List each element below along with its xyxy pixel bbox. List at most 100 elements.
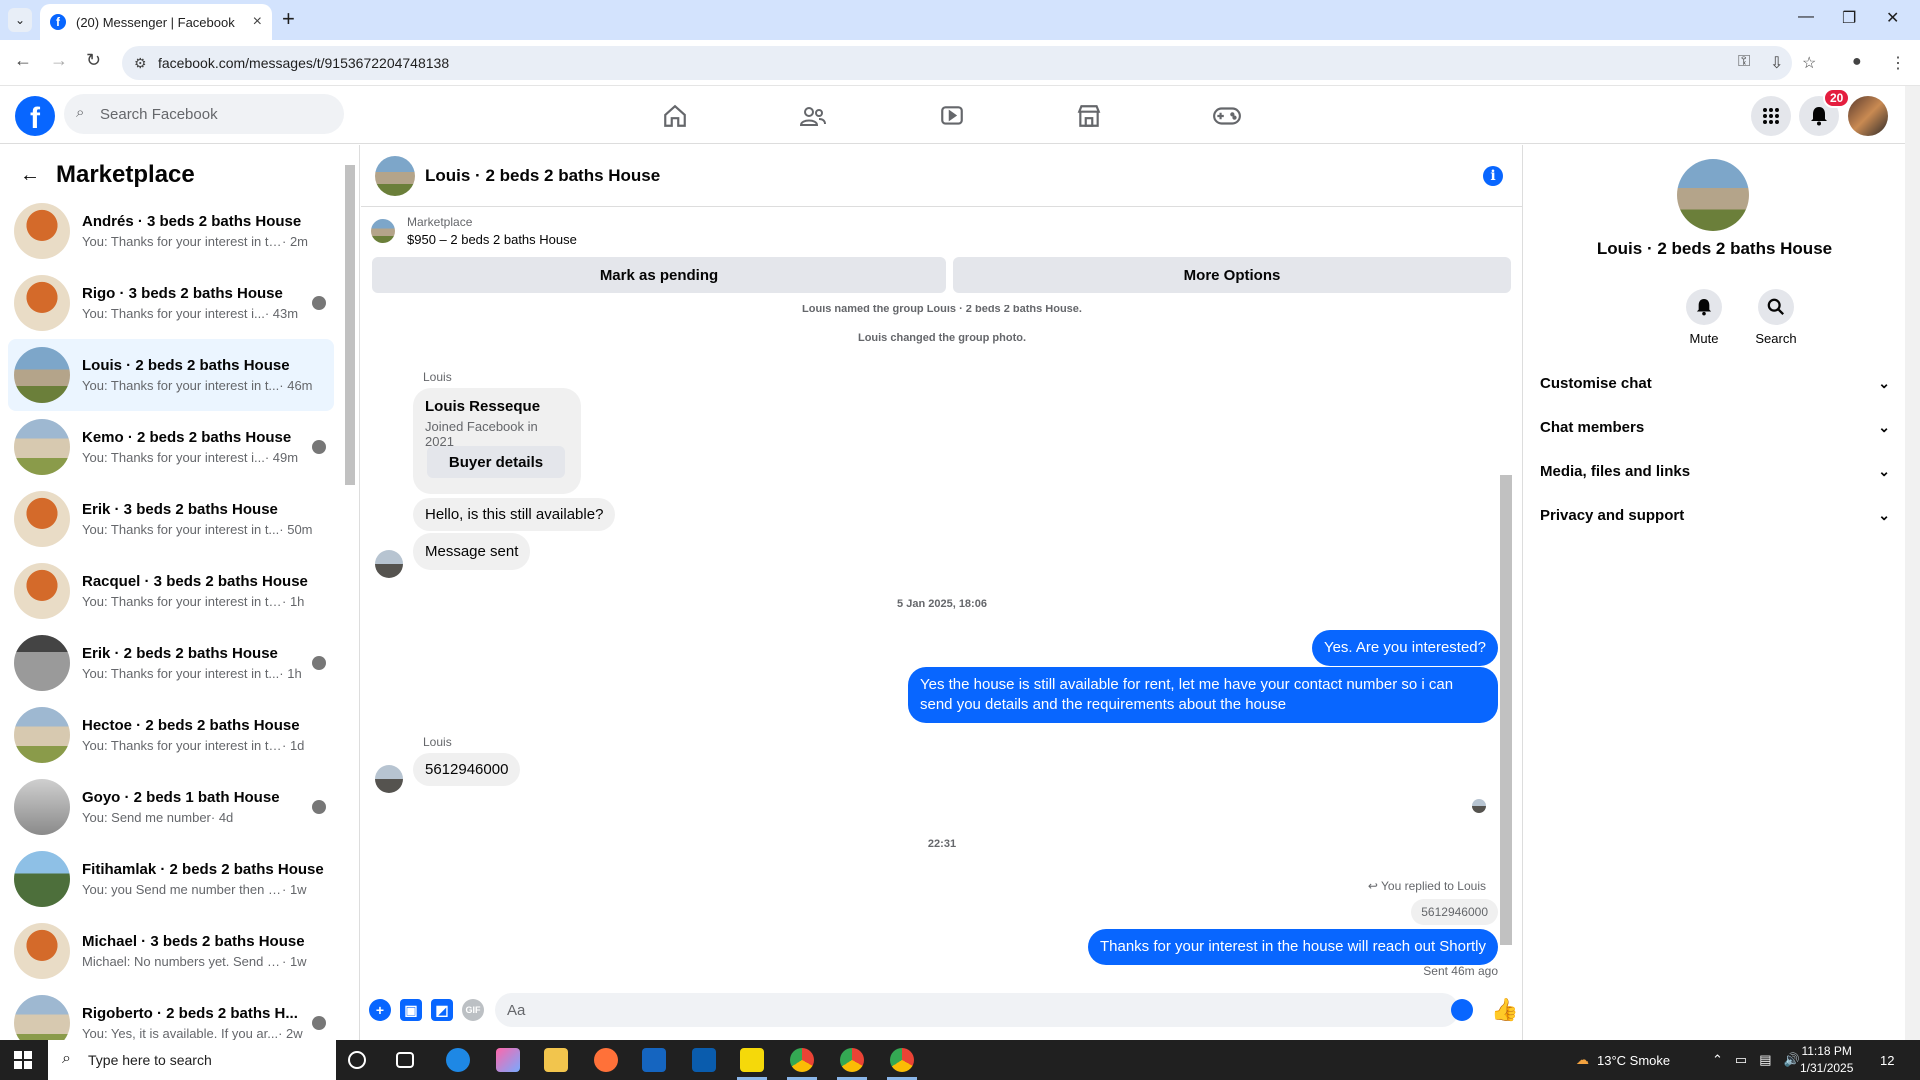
message-input[interactable]: Aa: [495, 993, 1459, 1027]
cortana-icon[interactable]: [348, 1051, 366, 1069]
sticker-icon[interactable]: ◩: [431, 999, 453, 1021]
listing-banner[interactable]: Marketplace $950 – 2 beds 2 baths House: [371, 215, 577, 247]
store-icon[interactable]: [692, 1048, 716, 1072]
conversation-item[interactable]: Michael · 3 beds 2 baths House Michael: …: [8, 915, 334, 987]
home-icon[interactable]: [655, 100, 695, 132]
edge-icon[interactable]: [446, 1048, 470, 1072]
notification-center-icon[interactable]: 12: [1880, 1040, 1894, 1080]
sender-avatar[interactable]: [375, 765, 403, 793]
reply-quote[interactable]: 5612946000: [1411, 899, 1498, 925]
install-app-icon[interactable]: ⇩: [1770, 53, 1783, 73]
restore-icon[interactable]: ❐: [1842, 8, 1856, 28]
chrome-icon[interactable]: [790, 1048, 814, 1072]
account-avatar[interactable]: [1848, 96, 1888, 136]
chrome-profile-icon[interactable]: [840, 1048, 864, 1072]
system-clock[interactable]: 11:18 PM 1/31/2025: [1800, 1043, 1853, 1077]
browser-menu-icon[interactable]: ⋮: [1890, 53, 1906, 73]
firefox-icon[interactable]: [594, 1048, 618, 1072]
facebook-search-input[interactable]: ⌕ Search Facebook: [64, 94, 344, 134]
menu-grid-icon[interactable]: [1751, 96, 1791, 136]
taskbar-search-input[interactable]: ⌕ Type here to search: [48, 1040, 336, 1080]
new-tab-button[interactable]: +: [282, 8, 295, 30]
address-bar[interactable]: ⚙ facebook.com/messages/t/91536722047481…: [122, 46, 1792, 80]
gif-icon[interactable]: GIF: [462, 999, 484, 1021]
page-scrollbar[interactable]: [1905, 86, 1920, 1040]
conversation-item[interactable]: Andrés · 3 beds 2 baths House You: Thank…: [8, 195, 334, 267]
tab-close-icon[interactable]: ×: [253, 13, 262, 31]
conversation-item[interactable]: Fitihamlak · 2 beds 2 baths House You: y…: [8, 843, 334, 915]
conversation-item[interactable]: Racquel · 3 beds 2 baths House You: Than…: [8, 555, 334, 627]
chrome-profile-icon[interactable]: [890, 1048, 914, 1072]
minimize-icon[interactable]: —: [1798, 8, 1814, 26]
conversation-time: · 1d: [282, 738, 305, 753]
privacy-support-section[interactable]: Privacy and support ⌄: [1540, 499, 1890, 531]
emoji-icon[interactable]: [1451, 999, 1473, 1021]
conversation-item[interactable]: Goyo · 2 beds 1 bath House You: Send me …: [8, 771, 334, 843]
back-icon[interactable]: ←: [14, 50, 32, 71]
chat-members-section[interactable]: Chat members ⌄: [1540, 411, 1890, 443]
windows-start-icon[interactable]: [14, 1051, 32, 1069]
copilot-icon[interactable]: [496, 1048, 520, 1072]
group-avatar[interactable]: [1677, 159, 1749, 231]
file-explorer-icon[interactable]: [544, 1048, 568, 1072]
incoming-message[interactable]: 5612946000: [413, 753, 521, 786]
volume-icon[interactable]: 🔊: [1784, 1052, 1800, 1068]
outgoing-message[interactable]: Yes. Are you interested?: [1311, 630, 1498, 666]
search-action[interactable]: Search: [1746, 289, 1806, 346]
task-view-icon[interactable]: [396, 1052, 414, 1068]
mark-as-pending-button[interactable]: Mark as pending: [372, 257, 946, 293]
browser-tab[interactable]: f (20) Messenger | Facebook ×: [40, 4, 272, 40]
forward-icon[interactable]: →: [50, 50, 68, 71]
conversation-item-active[interactable]: Louis · 2 beds 2 baths House You: Thanks…: [8, 339, 334, 411]
conversation-list-scrollbar[interactable]: [345, 165, 355, 485]
friends-icon[interactable]: [793, 100, 833, 132]
mail-icon[interactable]: [642, 1048, 666, 1072]
network-icon[interactable]: ▤: [1759, 1052, 1771, 1068]
outgoing-message[interactable]: Thanks for your interest in the house wi…: [1087, 929, 1498, 965]
profile-icon[interactable]: ●: [1852, 53, 1862, 71]
weather-widget[interactable]: ☁ 13°C Smoke: [1576, 1040, 1670, 1080]
customise-chat-section[interactable]: Customise chat ⌄: [1540, 367, 1890, 399]
conversation-item[interactable]: Hectoe · 2 beds 2 baths House You: Thank…: [8, 699, 334, 771]
gaming-icon[interactable]: [1207, 100, 1247, 132]
listing-thumbnail: [14, 635, 70, 691]
notification-badge: 20: [1823, 88, 1851, 108]
bookmark-star-icon[interactable]: ☆: [1802, 53, 1816, 73]
sender-avatar[interactable]: [375, 550, 403, 578]
password-key-icon[interactable]: ⚿: [1738, 53, 1750, 71]
show-hidden-icons[interactable]: ⌃: [1712, 1052, 1723, 1068]
conversation-item[interactable]: Kemo · 2 beds 2 baths House You: Thanks …: [8, 411, 334, 483]
mute-action[interactable]: Mute: [1674, 289, 1734, 346]
info-icon[interactable]: i: [1483, 166, 1503, 186]
thread-scrollbar[interactable]: [1500, 475, 1512, 945]
close-window-icon[interactable]: ✕: [1886, 8, 1899, 28]
facebook-logo-icon[interactable]: f: [15, 96, 55, 136]
conversation-item[interactable]: Erik · 2 beds 2 baths House You: Thanks …: [8, 627, 334, 699]
buyer-details-button[interactable]: Buyer details: [427, 446, 565, 478]
conversation-item[interactable]: Erik · 3 beds 2 baths House You: Thanks …: [8, 483, 334, 555]
reload-icon[interactable]: ↻: [86, 50, 101, 71]
media-files-links-section[interactable]: Media, files and links ⌄: [1540, 455, 1890, 487]
add-more-icon[interactable]: +: [369, 999, 391, 1021]
listing-source: Marketplace: [407, 215, 473, 229]
conversation-snippet: Michael: No numbers yet. Send m...: [82, 954, 282, 969]
sender-name: Louis: [423, 370, 452, 384]
site-settings-icon[interactable]: ⚙: [134, 55, 147, 72]
conversation-item[interactable]: Rigoberto · 2 beds 2 baths H... You: Yes…: [8, 987, 334, 1040]
outgoing-message[interactable]: Yes the house is still available for ren…: [908, 667, 1498, 723]
conversation-snippet: You: Thanks for your interest in t...: [82, 522, 280, 537]
incoming-message[interactable]: Message sent: [413, 533, 531, 570]
more-options-button[interactable]: More Options: [953, 257, 1511, 293]
video-icon[interactable]: [932, 100, 972, 132]
tray-device-icon[interactable]: ▭: [1735, 1052, 1747, 1068]
tab-search-button[interactable]: ⌄: [8, 8, 32, 32]
conversation-item[interactable]: Rigo · 3 beds 2 baths House You: Thanks …: [8, 267, 334, 339]
back-arrow-icon[interactable]: ←: [20, 164, 40, 187]
chat-avatar[interactable]: [375, 155, 415, 196]
marketplace-icon[interactable]: [1069, 100, 1109, 132]
incoming-message[interactable]: Hello, is this still available?: [413, 498, 616, 531]
attach-photo-icon[interactable]: ▣: [400, 999, 422, 1021]
like-thumb-icon[interactable]: 👍: [1491, 997, 1518, 1023]
chat-title[interactable]: Louis · 2 beds 2 baths House: [425, 166, 660, 186]
sticky-notes-icon[interactable]: [740, 1048, 764, 1072]
